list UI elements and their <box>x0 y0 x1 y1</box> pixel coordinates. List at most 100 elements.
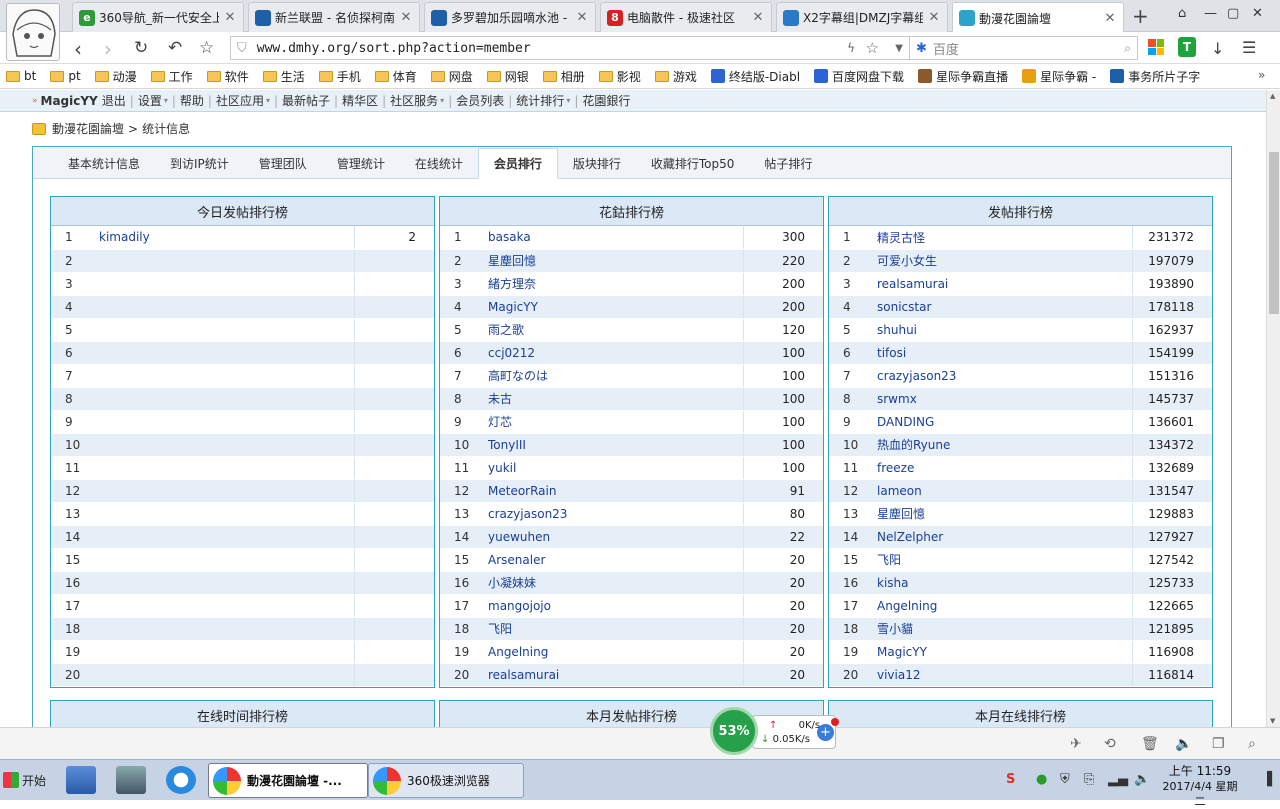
scrollbar-thumb[interactable] <box>1269 152 1279 314</box>
bookmark-item[interactable]: 手机 <box>318 68 361 85</box>
member-name-link[interactable]: lameon <box>871 479 1133 503</box>
bookmark-item[interactable]: pt <box>50 69 81 83</box>
show-desktop-icon[interactable]: ▐ <box>1262 772 1272 787</box>
member-name-link[interactable]: tifosi <box>871 341 1133 365</box>
member-name-link[interactable]: yukil <box>482 456 744 480</box>
site-nav-item[interactable]: 帮助 <box>180 92 204 109</box>
site-nav-item[interactable]: 设置 <box>138 92 162 109</box>
undo-close-icon[interactable]: ↶ <box>168 38 182 58</box>
member-name-link[interactable]: MagicYY <box>482 295 744 319</box>
member-name-link[interactable]: Angelning <box>482 640 744 664</box>
back-icon[interactable]: ‹ <box>74 37 82 61</box>
safety-tray-icon[interactable]: ⛨ <box>1060 772 1070 787</box>
tab-close-icon[interactable]: ✕ <box>751 10 765 25</box>
member-name-link[interactable]: basaka <box>482 226 744 250</box>
favorite-star-icon[interactable]: ☆ <box>866 39 879 57</box>
speedup-plus-icon[interactable]: + <box>817 724 834 741</box>
menu-icon[interactable]: ☰ <box>1242 38 1256 57</box>
breadcrumb-home[interactable]: 動漫花園論壇 <box>52 120 124 137</box>
trash-icon[interactable]: 🗑 <box>1141 736 1159 752</box>
page-scrollbar[interactable]: ▲ ▼ <box>1266 90 1280 727</box>
stats-subtab[interactable]: 版块排行 <box>558 148 636 178</box>
chevron-down-icon[interactable]: ▼ <box>895 43 903 54</box>
desktop-icon[interactable] <box>66 766 96 794</box>
site-nav-item[interactable]: 统计排行 <box>516 92 564 109</box>
chevron-down-icon[interactable]: ▾ <box>164 96 168 105</box>
member-name-link[interactable]: 雨之歌 <box>482 318 744 342</box>
bookmark-item[interactable]: bt <box>6 69 36 83</box>
member-name-link[interactable]: shuhui <box>871 318 1133 342</box>
bookmark-item[interactable]: 影视 <box>598 68 641 85</box>
browser-tab[interactable]: 動漫花園論壇 ✕ <box>952 2 1124 33</box>
pin-icon[interactable]: ✈ <box>1070 736 1082 752</box>
bookmark-item[interactable]: 软件 <box>206 68 249 85</box>
new-tab-button[interactable]: + <box>1132 4 1149 28</box>
browser-tab[interactable]: 8 电脑散件 - 极速社区 ✕ <box>600 2 772 32</box>
bookmark-item[interactable]: 游戏 <box>654 68 697 85</box>
address-bar[interactable]: ⛉ www.dmhy.org/sort.php?action=member ϟ … <box>230 36 910 60</box>
username-link[interactable]: MagicYY <box>41 94 98 108</box>
bookmark-item[interactable]: 星际争霸直播 <box>918 68 1008 85</box>
member-name-link[interactable]: vivia12 <box>871 663 1133 687</box>
bookmark-item[interactable]: 生活 <box>262 68 305 85</box>
lightning-icon[interactable]: ϟ <box>847 41 855 55</box>
360-tray-icon[interactable]: ● <box>1036 772 1047 787</box>
member-name-link[interactable]: freeze <box>871 456 1133 480</box>
profile-avatar[interactable] <box>6 3 60 61</box>
stats-subtab[interactable]: 帖子排行 <box>749 148 827 178</box>
bookmark-item[interactable]: 终结版-Diabl <box>710 68 800 85</box>
member-name-link[interactable]: kimadily <box>93 226 355 250</box>
security-guard-icon[interactable]: T <box>1178 37 1196 57</box>
ie-icon[interactable] <box>166 766 196 794</box>
reload-icon[interactable]: ↻ <box>134 38 148 58</box>
site-nav-item[interactable]: 精华区 <box>342 92 378 109</box>
bookmark-item[interactable]: 动漫 <box>94 68 137 85</box>
member-name-link[interactable]: ccj0212 <box>482 341 744 365</box>
signal-tray-icon[interactable]: ▂▄ <box>1108 772 1128 787</box>
member-name-link[interactable]: Arsenaler <box>482 548 744 572</box>
member-name-link[interactable]: NelZelpher <box>871 525 1133 549</box>
tab-close-icon[interactable]: ✕ <box>1103 11 1117 26</box>
member-name-link[interactable]: yuewuhen <box>482 525 744 549</box>
member-name-link[interactable]: DANDING <box>871 410 1133 434</box>
site-nav-item[interactable]: 会员列表 <box>456 92 504 109</box>
member-name-link[interactable]: 飞阳 <box>871 548 1133 572</box>
sogou-s-icon[interactable]: S <box>1006 772 1015 787</box>
member-name-link[interactable]: 星塵回憶 <box>871 502 1133 526</box>
member-name-link[interactable]: mangojojo <box>482 594 744 618</box>
shirt-icon[interactable]: ⌂ <box>1178 6 1186 21</box>
member-name-link[interactable]: 小凝妹妹 <box>482 571 744 595</box>
volume-icon[interactable]: 🔈 <box>1175 736 1192 752</box>
start-button[interactable]: 开始 <box>3 766 49 794</box>
search-box[interactable]: ✱ 百度 ⌕ <box>910 36 1138 60</box>
member-name-link[interactable]: realsamurai <box>871 272 1133 296</box>
forward-icon[interactable]: › <box>104 37 112 61</box>
member-name-link[interactable]: 未古 <box>482 387 744 411</box>
stats-subtab[interactable]: 会员排行 <box>477 148 558 179</box>
network-speed-widget[interactable]: ↑ 0K/s ↓ 0.05K/s + 53% <box>710 707 839 757</box>
browser-tab[interactable]: X2字幕组|DMZJ字幕组 ✕ <box>776 2 948 32</box>
tab-close-icon[interactable]: ✕ <box>223 10 237 25</box>
bookmarks-overflow-icon[interactable]: » <box>1258 68 1265 82</box>
stats-subtab[interactable]: 基本统计信息 <box>53 148 155 178</box>
apps-grid-icon[interactable] <box>1148 39 1164 55</box>
zoom-search-icon[interactable]: ⌕ <box>1248 736 1256 752</box>
stats-subtab[interactable]: 到访IP统计 <box>155 148 244 178</box>
sync-icon[interactable]: ⟲ <box>1104 736 1116 752</box>
stats-subtab[interactable]: 管理团队 <box>244 148 322 178</box>
member-name-link[interactable]: sonicstar <box>871 295 1133 319</box>
site-nav-item[interactable]: 花園銀行 <box>582 92 630 109</box>
bookmark-item[interactable]: 体育 <box>374 68 417 85</box>
bookmark-item[interactable]: 星际争霸 - <box>1022 68 1096 85</box>
member-name-link[interactable]: MeteorRain <box>482 479 744 503</box>
member-name-link[interactable]: crazyjason23 <box>482 502 744 526</box>
site-nav-item[interactable]: 最新帖子 <box>282 92 330 109</box>
member-name-link[interactable]: crazyjason23 <box>871 364 1133 388</box>
chevron-down-icon[interactable]: ▾ <box>566 96 570 105</box>
maximize-icon[interactable]: ▢ <box>1227 6 1239 21</box>
bookmark-item[interactable]: 工作 <box>150 68 193 85</box>
site-nav-item[interactable]: 社区服务 <box>390 92 438 109</box>
window-icon[interactable]: ❐ <box>1212 736 1225 752</box>
member-name-link[interactable]: 雪小貓 <box>871 617 1133 641</box>
stats-subtab[interactable]: 收藏排行Top50 <box>636 148 750 178</box>
